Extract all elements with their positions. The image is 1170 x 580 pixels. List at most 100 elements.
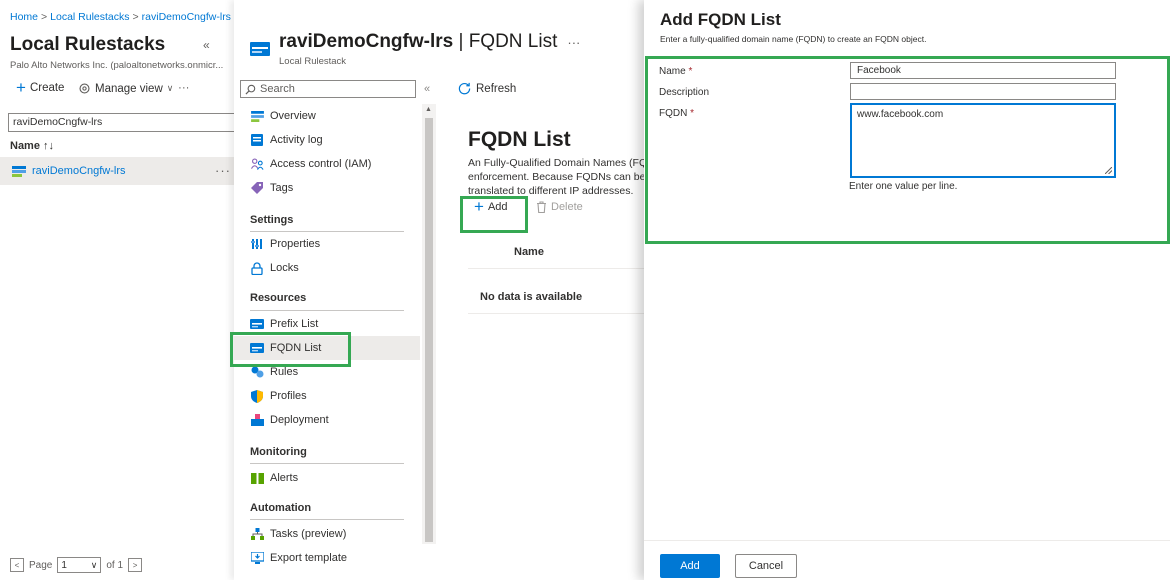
local-rulestacks-pane: Home > Local Rulestacks > raviDemoCngfw-lrs …: [0, 0, 248, 580]
rulestack-icon: [12, 165, 26, 177]
section-monitoring: Monitoring: [250, 446, 307, 458]
highlight-form-fields: [645, 56, 1170, 244]
menu-item-properties[interactable]: Properties: [234, 232, 406, 256]
trash-icon: [536, 201, 547, 213]
resource-name: raviDemoCngfw-lrs: [279, 31, 454, 52]
activity-log-icon: [250, 133, 264, 147]
menu-item-label: Export template: [270, 552, 348, 564]
breadcrumb-separator: >: [132, 11, 139, 23]
search-icon: [245, 84, 256, 95]
blade-subtitle: Enter a fully-qualified domain name (FQD…: [660, 34, 927, 44]
column-header-name[interactable]: Name ↑↓: [10, 140, 54, 152]
menu-item-profiles[interactable]: Profiles: [234, 384, 406, 408]
menu-item-access-control[interactable]: Access control (IAM): [234, 152, 406, 176]
menu-item-locks[interactable]: Locks: [234, 256, 406, 280]
delete-button[interactable]: Delete: [536, 201, 583, 213]
breadcrumb: Home > Local Rulestacks > raviDemoCngfw-lrs: [10, 11, 231, 23]
tag-icon: [250, 181, 264, 195]
menu-scrollbar-thumb[interactable]: [425, 118, 433, 542]
fqdn-list-description: An Fully-Qualified Domain Names (FQ enfo…: [468, 156, 644, 198]
menu-item-alerts[interactable]: Alerts: [234, 466, 406, 490]
manage-view-label: Manage view: [95, 82, 163, 95]
menu-item-label: Prefix List: [270, 318, 319, 330]
menu-item-tasks[interactable]: Tasks (preview): [234, 522, 406, 546]
page-label: Page: [29, 559, 53, 571]
collapse-pane-icon[interactable]: «: [203, 38, 210, 52]
page-title: Local Rulestacks: [10, 34, 166, 55]
next-page-button[interactable]: >: [128, 558, 143, 572]
breadcrumb-resource[interactable]: raviDemoCngfw-lrs: [142, 11, 231, 23]
description-line: enforcement. Because FQDNs can be: [468, 171, 644, 183]
breadcrumb-local-rulestacks[interactable]: Local Rulestacks: [50, 11, 129, 23]
menu-item-overview[interactable]: Overview: [234, 104, 406, 128]
search-placeholder: Search: [260, 83, 295, 95]
resource-page-name: FQDN List: [468, 31, 558, 52]
row-more-icon[interactable]: ···: [215, 163, 231, 178]
menu-item-label: Access control (IAM): [270, 158, 372, 170]
filter-input[interactable]: raviDemoCngfw-lrs: [8, 113, 248, 132]
export-template-icon: [250, 551, 264, 565]
prev-page-button[interactable]: <: [10, 558, 24, 572]
highlight-add-button: [460, 196, 528, 233]
properties-icon: [250, 237, 264, 251]
prefix-list-icon: [250, 317, 264, 331]
fqdn-list-heading: FQDN List: [468, 128, 571, 151]
delete-label: Delete: [551, 201, 583, 213]
deployment-icon: [250, 413, 264, 427]
create-button[interactable]: + Create: [16, 78, 65, 97]
resource-title: raviDemoCngfw-lrs | FQDN List ···: [279, 31, 580, 53]
menu-item-label: Properties: [270, 238, 321, 250]
menu-item-label: Alerts: [270, 472, 299, 484]
empty-state: No data is available: [480, 291, 583, 303]
breadcrumb-separator: >: [41, 11, 48, 23]
scroll-up-icon[interactable]: ▲: [425, 106, 432, 113]
menu-item-label: Profiles: [270, 390, 307, 402]
resource-pane: raviDemoCngfw-lrs | FQDN List ··· Local R…: [234, 0, 644, 580]
plus-icon: +: [16, 78, 26, 97]
refresh-button[interactable]: Refresh: [458, 82, 516, 95]
alerts-icon: [250, 471, 264, 485]
section-automation: Automation: [250, 502, 312, 514]
column-header-name[interactable]: Name: [514, 246, 544, 258]
table-row[interactable]: raviDemoCngfw-lrs ···: [0, 157, 234, 185]
table-divider: [468, 268, 644, 269]
table-divider: [468, 313, 644, 314]
section-divider: [250, 463, 404, 464]
page-select[interactable]: 1 ∨: [57, 557, 102, 573]
blade-footer-divider: [644, 540, 1170, 541]
add-button[interactable]: Add: [660, 554, 720, 578]
create-label: Create: [29, 82, 65, 94]
directory-subtitle: Palo Alto Networks Inc. (paloaltonetwork…: [10, 60, 224, 71]
menu-item-label: Rules: [270, 366, 299, 378]
manage-view-button[interactable]: Manage view ∨: [78, 82, 173, 95]
blade-title: Add FQDN List: [660, 10, 781, 29]
title-separator: |: [453, 31, 469, 52]
gear-icon: [78, 82, 91, 95]
refresh-icon: [458, 82, 471, 95]
chevron-down-icon: ∨: [166, 83, 174, 93]
collapse-menu-icon[interactable]: «: [424, 83, 430, 95]
page-select-value: 1: [61, 559, 67, 571]
resource-more-icon[interactable]: ···: [567, 35, 580, 50]
rules-icon: [250, 365, 264, 379]
menu-item-label: Tags: [270, 182, 294, 194]
refresh-label: Refresh: [476, 82, 517, 95]
tasks-icon: [250, 527, 264, 541]
cancel-button[interactable]: Cancel: [735, 554, 797, 578]
section-divider: [250, 310, 404, 311]
lock-icon: [250, 261, 264, 275]
section-divider: [250, 519, 404, 520]
page-of-label: of 1: [106, 559, 124, 571]
menu-item-export-template[interactable]: Export template: [234, 546, 406, 570]
breadcrumb-home[interactable]: Home: [10, 11, 38, 23]
menu-search-input[interactable]: Search: [240, 80, 416, 98]
section-resources: Resources: [250, 292, 307, 304]
fqdn-resource-icon: [250, 42, 270, 56]
shield-icon: [250, 389, 264, 403]
menu-item-deployment[interactable]: Deployment: [234, 408, 406, 432]
menu-item-activity-log[interactable]: Activity log: [234, 128, 406, 152]
more-button[interactable]: ···: [178, 82, 190, 94]
access-control-icon: [250, 157, 264, 171]
menu-item-tags[interactable]: Tags: [234, 176, 406, 200]
row-resource-name[interactable]: raviDemoCngfw-lrs: [32, 165, 126, 177]
